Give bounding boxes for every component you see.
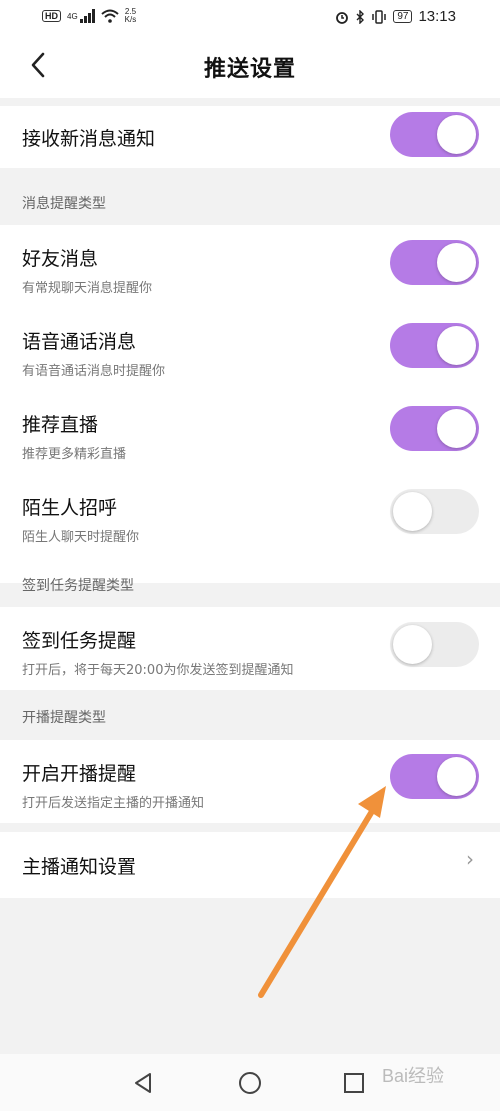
setting-label-checkin-reminder: 签到任务提醒	[22, 630, 137, 652]
setting-desc-recommended-live: 推荐更多精彩直播	[22, 447, 127, 462]
section-title-message-types: 消息提醒类型	[22, 196, 106, 212]
setting-desc-voice-call-messages: 有语音通话消息时提醒你	[22, 364, 166, 379]
vibrate-icon	[372, 9, 387, 24]
setting-label-friend-messages: 好友消息	[22, 248, 99, 270]
section-live-start-types: 开启开播提醒 打开后发送指定主播的开播通知	[0, 740, 500, 823]
battery-indicator: 97	[393, 10, 413, 23]
setting-label-stranger-greetings: 陌生人招呼	[22, 497, 118, 519]
setting-desc-checkin-reminder: 打开后，将于每天20:00为你发送签到提醒通知	[22, 663, 294, 678]
clock: 13:13	[418, 8, 456, 25]
watermark-text: Bai经验	[382, 1066, 445, 1086]
page-title: 推送设置	[203, 57, 296, 82]
network-type: 4G	[67, 11, 78, 21]
bluetooth-icon	[356, 9, 365, 24]
nav-recents-icon[interactable]	[343, 1072, 365, 1094]
chevron-right-icon: ›	[466, 847, 474, 871]
top-nav-bar: 推送设置	[0, 34, 500, 98]
status-bar: HD 4G 2.5 K/s 97 13:13	[0, 0, 500, 34]
hd-badge: HD	[42, 10, 61, 22]
setting-label-voice-call-messages: 语音通话消息	[22, 331, 137, 353]
signal-icon	[79, 9, 95, 23]
nav-back-icon[interactable]	[132, 1071, 154, 1095]
net-speed: 2.5 K/s	[124, 7, 137, 24]
setting-row-receive-notifications: 接收新消息通知	[0, 106, 500, 168]
setting-label-recommended-live: 推荐直播	[22, 414, 99, 436]
setting-desc-friend-messages: 有常规聊天消息提醒你	[22, 281, 153, 296]
live-start-reminder-toggle[interactable]	[390, 754, 479, 799]
setting-label-live-start-reminder: 开启开播提醒	[22, 763, 137, 785]
nav-home-icon[interactable]	[238, 1071, 262, 1095]
receive-notifications-toggle[interactable]	[390, 112, 479, 157]
setting-desc-live-start-reminder: 打开后发送指定主播的开播通知	[22, 796, 205, 811]
streamer-notification-settings-row[interactable]: 主播通知设置 ›	[0, 832, 500, 898]
checkin-reminder-toggle[interactable]	[390, 622, 479, 667]
recommended-live-toggle[interactable]	[390, 406, 479, 451]
section-checkin-types: 签到任务提醒 打开后，将于每天20:00为你发送签到提醒通知	[0, 607, 500, 690]
setting-label-streamer-notifications: 主播通知设置	[22, 856, 137, 878]
setting-desc-stranger-greetings: 陌生人聊天时提醒你	[22, 530, 140, 545]
section-message-types: 好友消息 有常规聊天消息提醒你 语音通话消息 有语音通话消息时提醒你 推荐直播 …	[0, 225, 500, 583]
setting-label: 接收新消息通知	[22, 128, 156, 150]
wifi-icon	[101, 9, 119, 23]
section-title-live-start-types: 开播提醒类型	[22, 710, 106, 726]
stranger-greetings-toggle[interactable]	[390, 489, 479, 534]
section-title-checkin-types: 签到任务提醒类型	[22, 578, 134, 594]
friend-messages-toggle[interactable]	[390, 240, 479, 285]
alarm-icon	[336, 11, 349, 24]
voice-call-messages-toggle[interactable]	[390, 323, 479, 368]
